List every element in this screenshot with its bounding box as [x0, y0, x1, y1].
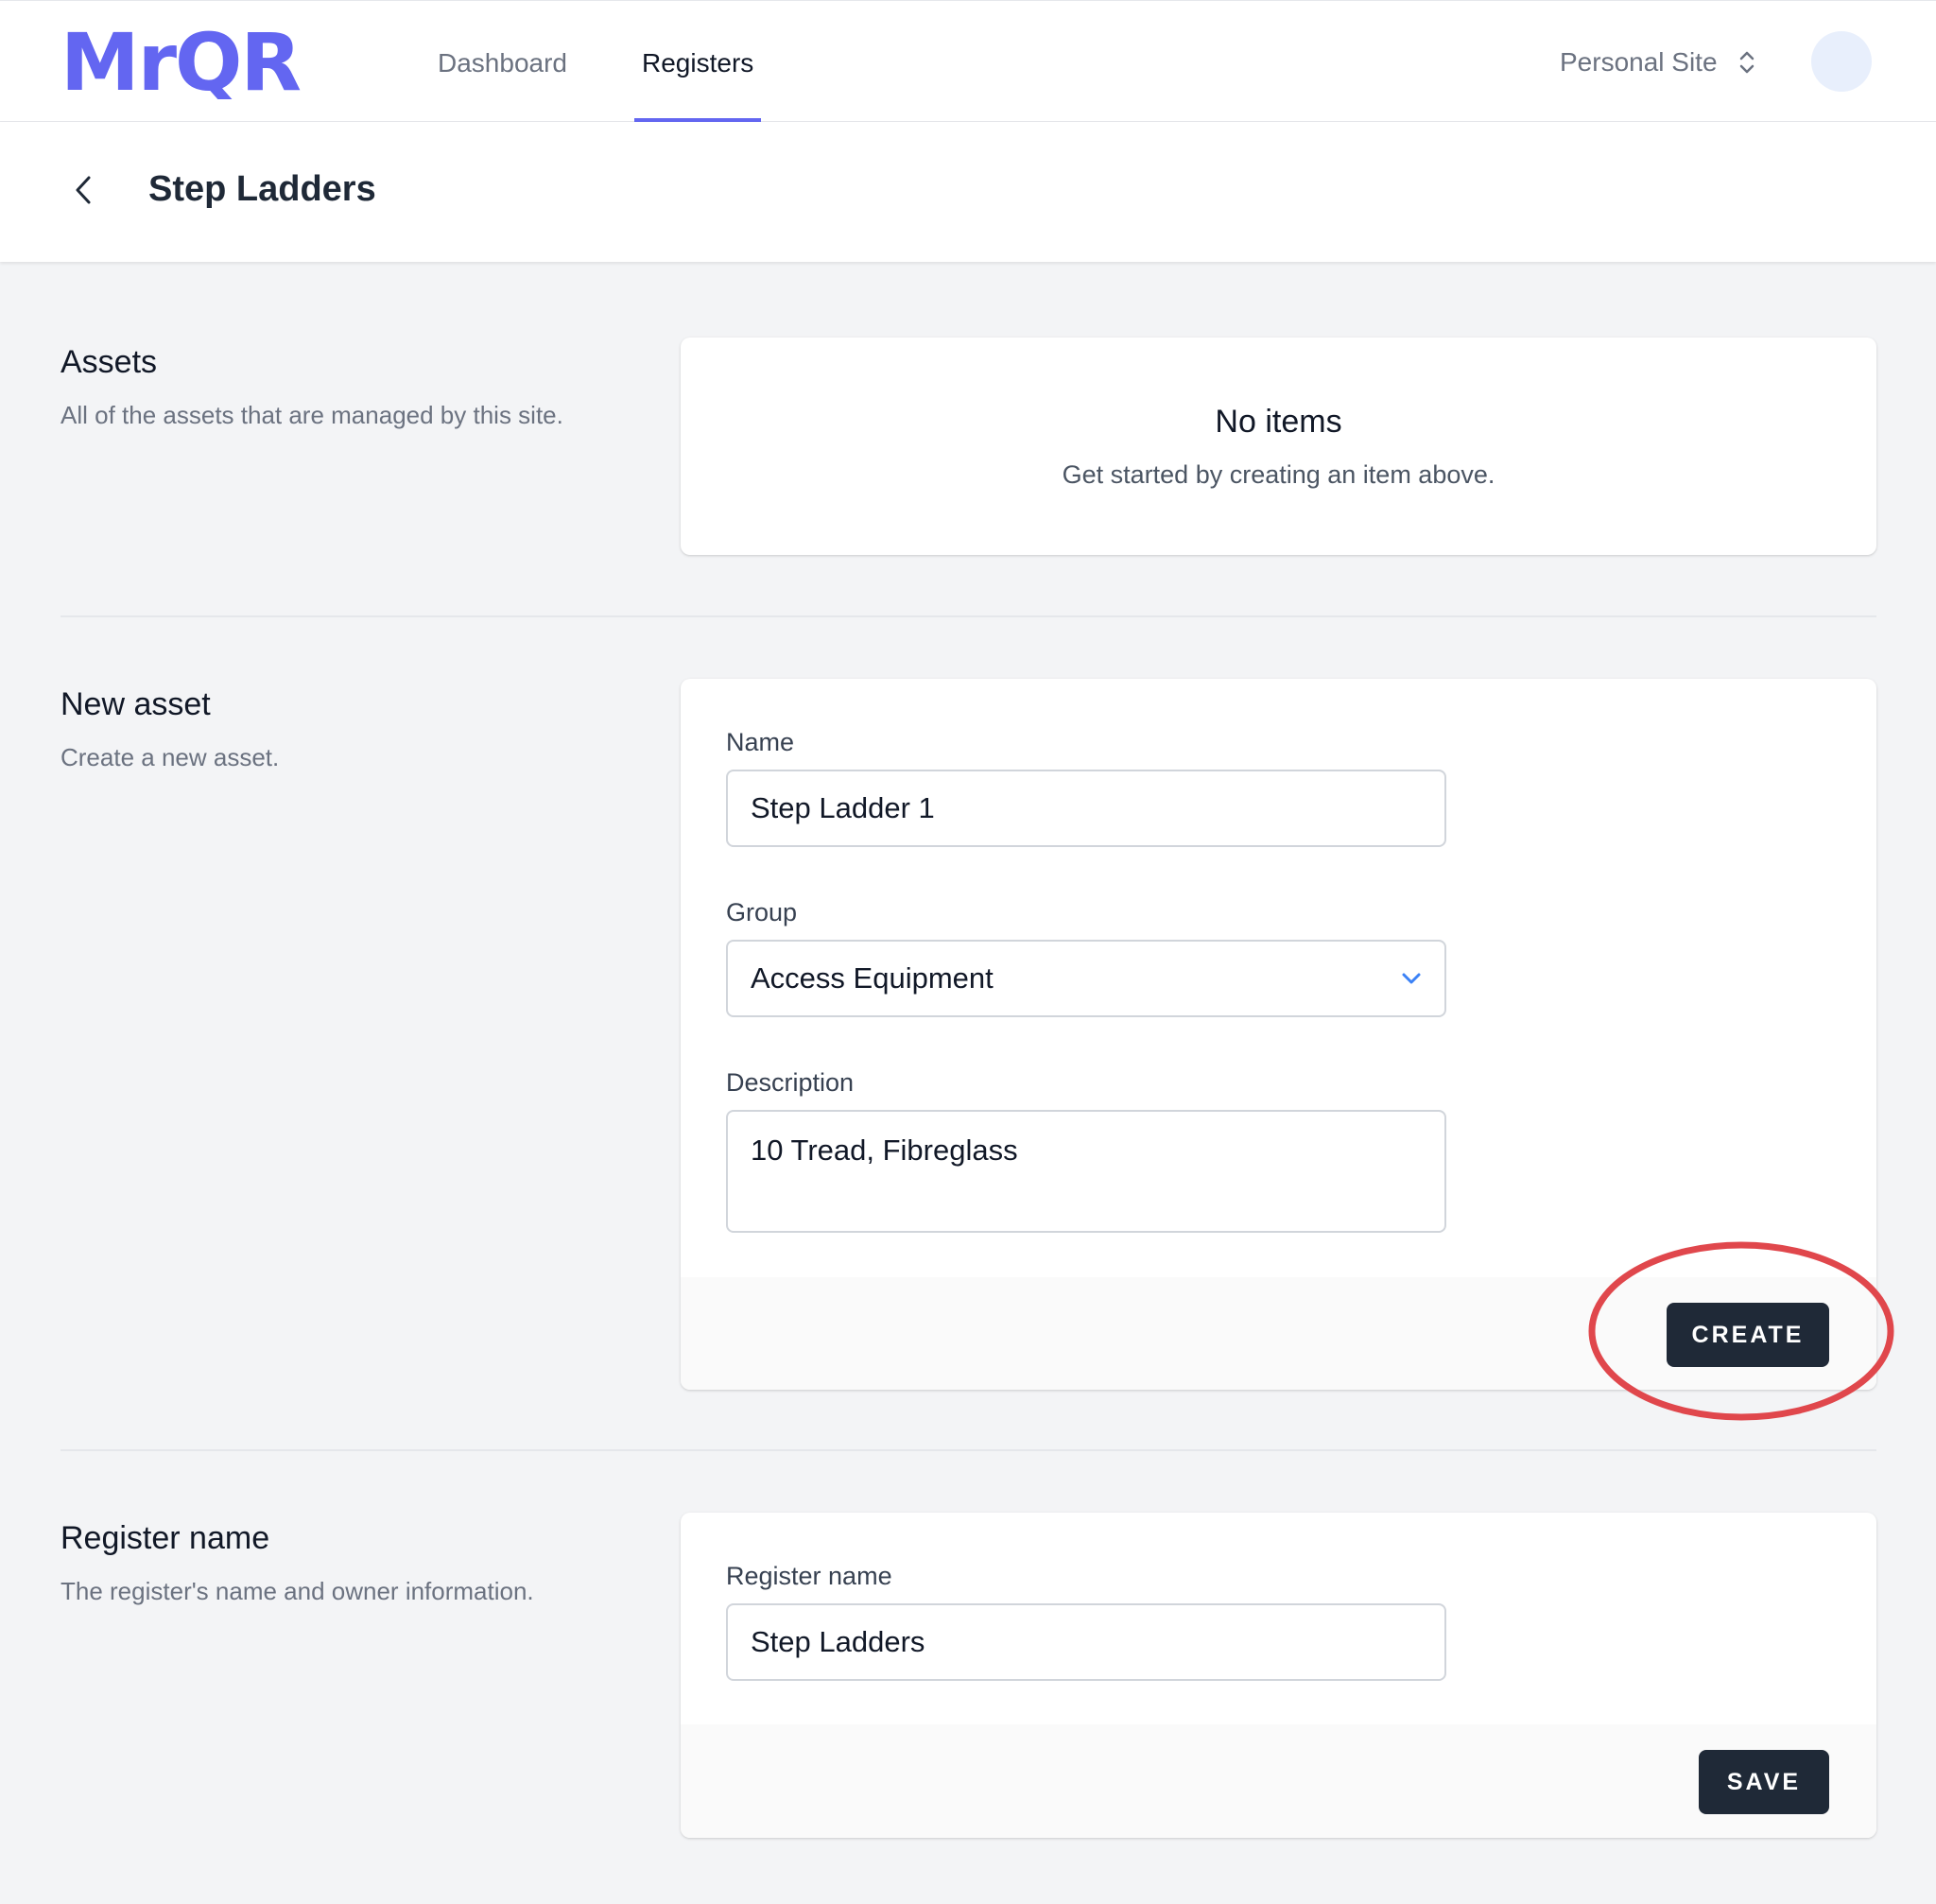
group-select-value: Access Equipment — [751, 961, 994, 995]
register-card: Register name SAVE — [681, 1513, 1876, 1838]
assets-section-title: Assets — [60, 344, 158, 380]
description-textarea[interactable]: 10 Tread, Fibreglass — [726, 1110, 1446, 1233]
back-button[interactable] — [66, 171, 100, 209]
name-label: Name — [726, 728, 795, 756]
register-card-footer: SAVE — [681, 1724, 1876, 1838]
group-label: Group — [726, 898, 798, 926]
site-switcher[interactable]: Personal Site — [1560, 43, 1755, 82]
register-section-description: The register's name and owner informatio… — [60, 1577, 534, 1605]
section-divider — [60, 1449, 1876, 1451]
page-header: Step Ladders — [0, 122, 1936, 262]
nav-dashboard[interactable]: Dashboard — [430, 1, 575, 122]
register-section-title: Register name — [60, 1520, 270, 1556]
top-navigation: MrQR Dashboard Registers Personal Site — [0, 0, 1936, 122]
empty-state-description: Get started by creating an item above. — [1062, 460, 1495, 489]
chevron-up-down-icon — [1739, 51, 1754, 74]
assets-section-description: All of the assets that are managed by th… — [60, 401, 563, 429]
user-avatar[interactable] — [1811, 31, 1872, 92]
new-asset-section-title: New asset — [60, 686, 211, 722]
page-title: Step Ladders — [148, 169, 376, 209]
register-name-label: Register name — [726, 1562, 892, 1590]
description-label: Description — [726, 1068, 855, 1097]
chevron-left-icon — [76, 176, 91, 204]
create-button[interactable]: CREATE — [1667, 1303, 1829, 1367]
empty-state-title: No items — [1215, 404, 1342, 440]
new-asset-card-footer: CREATE — [681, 1277, 1876, 1390]
register-name-input[interactable] — [726, 1603, 1446, 1681]
assets-card: No items Get started by creating an item… — [681, 338, 1876, 555]
save-button[interactable]: SAVE — [1699, 1750, 1829, 1814]
nav-registers[interactable]: Registers — [634, 1, 762, 122]
chevron-down-icon — [1402, 973, 1421, 984]
group-select[interactable]: Access Equipment — [726, 940, 1446, 1017]
mrqr-logo[interactable]: MrQR — [60, 27, 355, 99]
new-asset-section-description: Create a new asset. — [60, 743, 280, 771]
section-divider — [60, 615, 1876, 617]
new-asset-card: Name Group Access Equipment Description … — [681, 679, 1876, 1390]
svg-text:MrQR: MrQR — [60, 27, 300, 99]
site-switcher-label: Personal Site — [1560, 47, 1718, 77]
name-input[interactable] — [726, 770, 1446, 847]
